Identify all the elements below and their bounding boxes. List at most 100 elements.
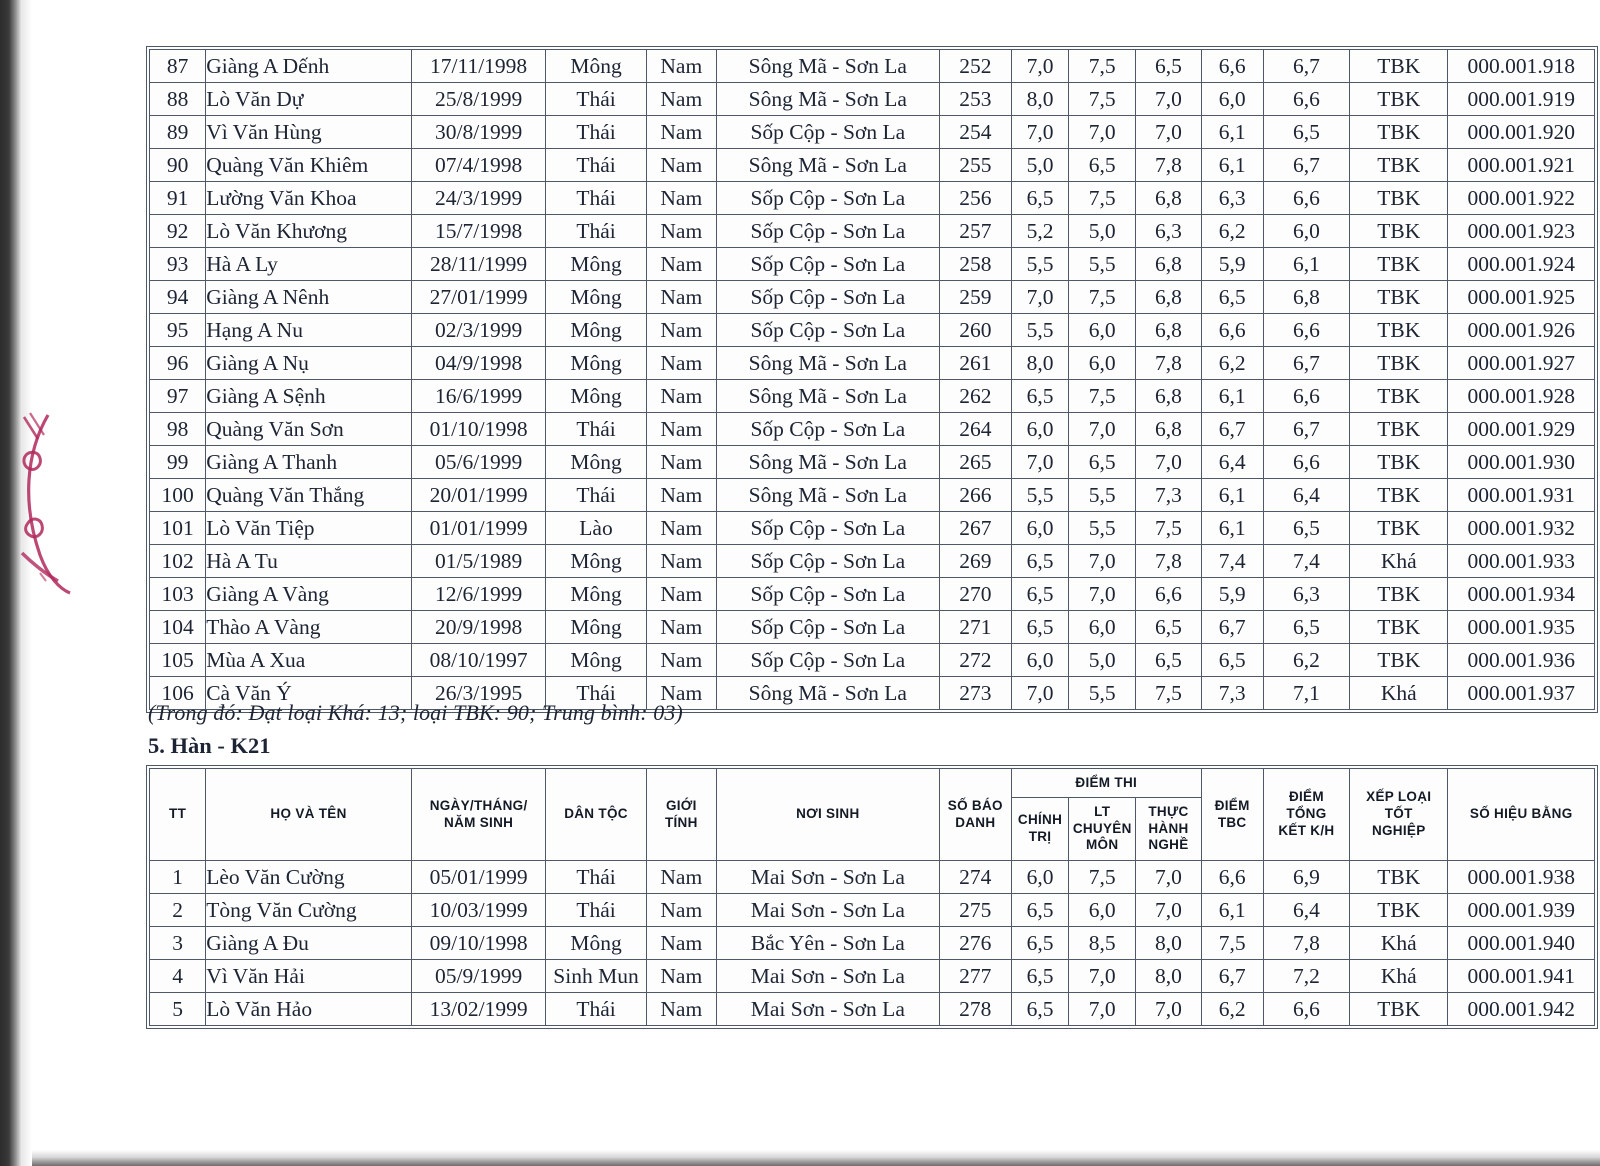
cell-so-hieu-bang: 000.001.937	[1447, 676, 1595, 710]
cell-dob: 01/10/1998	[410, 412, 547, 446]
table-row: 88 Lò Văn Dự 25/8/1999 Thái Nam Sông Mã - Sơn…	[148, 82, 1595, 116]
cell-tt: 99	[148, 445, 207, 479]
cell-so-hieu-bang: 000.001.933	[1447, 544, 1595, 578]
header-s3-line3: NGHỀ	[1148, 837, 1189, 853]
cell-diem-tong-ket: 6,4	[1262, 893, 1351, 927]
cell-score-ltchuyenmon: 7,5	[1068, 379, 1137, 413]
cell-sbd: 259	[938, 280, 1012, 314]
table-continuation-body: 87 Giàng A Dếnh 17/11/1998 Mông Nam Sông Mã -…	[148, 49, 1595, 710]
cell-diem-tong-ket: 6,4	[1262, 478, 1351, 512]
header-rank: XẾP LOẠI TỐT NGHIỆP	[1349, 768, 1449, 861]
table-row: 2 Tòng Văn Cường 10/03/1999 Thái Nam Mai Sơn …	[148, 893, 1595, 927]
header-total: ĐIỂM TỔNG KẾT K/H	[1262, 768, 1351, 861]
cell-dob: 12/6/1999	[410, 577, 547, 611]
header-score-ltchuyenmon: LT CHUYÊN MÔN	[1068, 797, 1137, 861]
cell-score-thuchanhnghe: 6,5	[1135, 643, 1202, 677]
cell-score-chinhtri: 6,0	[1010, 412, 1070, 446]
scanned-page: 87 Giàng A Dếnh 17/11/1998 Mông Nam Sông Mã -…	[0, 0, 1600, 1166]
cell-xep-loai: TBK	[1349, 445, 1449, 479]
table-row: 93 Hà A Ly 28/11/1999 Mông Nam Sốp Cộp - Sơn …	[148, 247, 1595, 281]
cell-score-chinhtri: 8,0	[1010, 82, 1070, 116]
cell-ethnic: Mông	[545, 379, 647, 413]
cell-sbd: 278	[938, 992, 1012, 1026]
cell-so-hieu-bang: 000.001.931	[1447, 478, 1595, 512]
cell-gender: Nam	[645, 478, 717, 512]
cell-name: Giàng A Dếnh	[205, 49, 412, 83]
cell-gender: Nam	[645, 610, 717, 644]
cell-sbd: 272	[938, 643, 1012, 677]
table-row: 89 Vì Văn Hùng 30/8/1999 Thái Nam Sốp Cộp - S…	[148, 115, 1595, 149]
cell-score-thuchanhnghe: 7,0	[1135, 115, 1202, 149]
cell-ethnic: Thái	[545, 214, 647, 248]
cell-name: Lường Văn Khoa	[205, 181, 412, 215]
cell-so-hieu-bang: 000.001.922	[1447, 181, 1595, 215]
cell-xep-loai: TBK	[1349, 643, 1449, 677]
cell-score-ltchuyenmon: 7,5	[1068, 49, 1137, 83]
cell-score-chinhtri: 6,0	[1010, 643, 1070, 677]
cell-tt: 2	[148, 893, 207, 927]
cell-birthplace: Sốp Cộp - Sơn La	[715, 643, 940, 677]
cell-dob: 20/9/1998	[410, 610, 547, 644]
cell-dob: 05/6/1999	[410, 445, 547, 479]
cell-xep-loai: Khá	[1349, 544, 1449, 578]
cell-so-hieu-bang: 000.001.938	[1447, 860, 1595, 894]
cell-tt: 105	[148, 643, 207, 677]
cell-score-ltchuyenmon: 7,5	[1068, 860, 1137, 894]
cell-ethnic: Thái	[545, 115, 647, 149]
cell-name: Giàng A Vàng	[205, 577, 412, 611]
cell-gender: Nam	[645, 544, 717, 578]
cell-ethnic: Mông	[545, 926, 647, 960]
cell-diem-tbc: 6,5	[1200, 643, 1264, 677]
cell-score-ltchuyenmon: 6,0	[1068, 610, 1137, 644]
cell-so-hieu-bang: 000.001.940	[1447, 926, 1595, 960]
cell-ethnic: Thái	[545, 148, 647, 182]
cell-name: Giàng A Sệnh	[205, 379, 412, 413]
cell-score-ltchuyenmon: 6,5	[1068, 148, 1137, 182]
cell-diem-tong-ket: 6,0	[1262, 214, 1351, 248]
cell-xep-loai: TBK	[1349, 511, 1449, 545]
cell-score-thuchanhnghe: 7,0	[1135, 445, 1202, 479]
table-row: 97 Giàng A Sệnh 16/6/1999 Mông Nam Sông Mã - …	[148, 379, 1595, 413]
header-dob-line1: NGÀY/THÁNG/	[429, 797, 528, 813]
cell-gender: Nam	[645, 280, 717, 314]
cell-score-chinhtri: 6,5	[1010, 959, 1070, 993]
cell-gender: Nam	[645, 577, 717, 611]
cell-diem-tbc: 5,9	[1200, 247, 1264, 281]
table-row: 91 Lường Văn Khoa 24/3/1999 Thái Nam Sốp Cộp …	[148, 181, 1595, 215]
cell-sbd: 262	[938, 379, 1012, 413]
cell-score-chinhtri: 6,5	[1010, 893, 1070, 927]
cell-tt: 90	[148, 148, 207, 182]
cell-birthplace: Sốp Cộp - Sơn La	[715, 511, 940, 545]
cell-birthplace: Sông Mã - Sơn La	[715, 445, 940, 479]
cell-birthplace: Sốp Cộp - Sơn La	[715, 412, 940, 446]
cell-gender: Nam	[645, 247, 717, 281]
cell-diem-tong-ket: 6,7	[1262, 346, 1351, 380]
cell-xep-loai: TBK	[1349, 346, 1449, 380]
cell-diem-tbc: 6,7	[1200, 412, 1264, 446]
cell-xep-loai: TBK	[1349, 893, 1449, 927]
cell-birthplace: Sốp Cộp - Sơn La	[715, 544, 940, 578]
cell-diem-tbc: 6,1	[1200, 893, 1264, 927]
cell-sbd: 271	[938, 610, 1012, 644]
cell-xep-loai: TBK	[1349, 181, 1449, 215]
cell-dob: 08/10/1997	[410, 643, 547, 677]
cell-birthplace: Sông Mã - Sơn La	[715, 676, 940, 710]
header-rank-line2: TỐT	[1384, 806, 1413, 822]
header-name: HỌ VÀ TÊN	[205, 768, 412, 861]
cell-xep-loai: Khá	[1349, 959, 1449, 993]
cell-score-thuchanhnghe: 6,8	[1135, 379, 1202, 413]
cell-diem-tbc: 6,1	[1200, 478, 1264, 512]
cell-score-ltchuyenmon: 5,5	[1068, 247, 1137, 281]
cell-so-hieu-bang: 000.001.939	[1447, 893, 1595, 927]
header-tt: TT	[148, 768, 207, 861]
cell-birthplace: Sông Mã - Sơn La	[715, 148, 940, 182]
cell-score-chinhtri: 6,5	[1010, 379, 1070, 413]
cell-tt: 93	[148, 247, 207, 281]
cell-diem-tong-ket: 6,6	[1262, 82, 1351, 116]
cell-xep-loai: TBK	[1349, 214, 1449, 248]
cell-gender: Nam	[645, 992, 717, 1026]
cell-score-ltchuyenmon: 7,5	[1068, 181, 1137, 215]
cell-score-ltchuyenmon: 7,0	[1068, 115, 1137, 149]
cell-so-hieu-bang: 000.001.925	[1447, 280, 1595, 314]
table-continuation: 87 Giàng A Dếnh 17/11/1998 Mông Nam Sông Mã -…	[148, 49, 1595, 710]
